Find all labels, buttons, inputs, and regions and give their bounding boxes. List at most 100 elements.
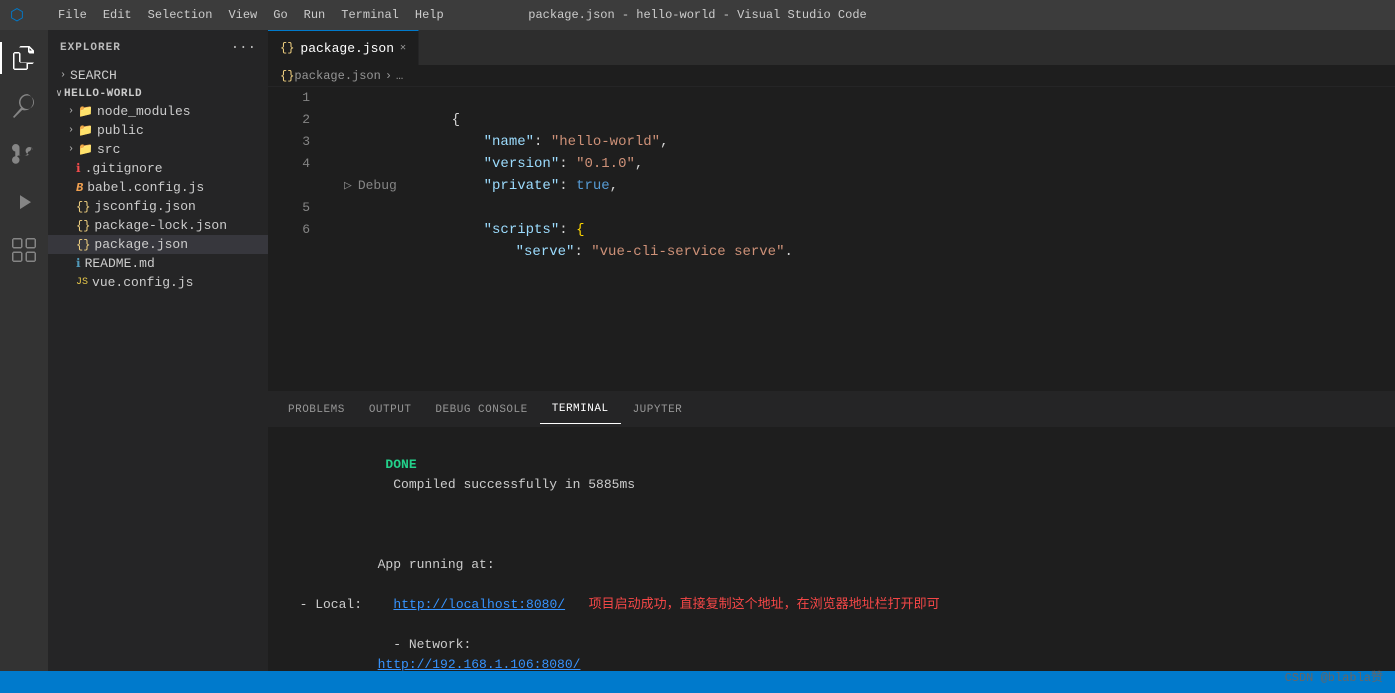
- code-line-2: "name": "hello-world",: [334, 109, 1395, 131]
- gitignore-label: .gitignore: [85, 161, 163, 176]
- indent: [452, 222, 484, 238]
- network-prefix: - Network:: [378, 637, 479, 652]
- tab-label: package.json: [300, 41, 394, 56]
- sidebar-item-vue-config[interactable]: JS vue.config.js: [48, 273, 268, 292]
- vscode-icon: ⬡: [10, 5, 24, 25]
- main-layout: EXPLORER ··· › SEARCH ∨ HELLO-WORLD › 📁 …: [0, 30, 1395, 671]
- menu-view[interactable]: View: [220, 4, 265, 26]
- comma: ,: [610, 178, 618, 194]
- sidebar-search-item[interactable]: › SEARCH: [48, 65, 268, 86]
- explorer-activity-icon[interactable]: [0, 34, 48, 82]
- key-scripts: "scripts": [484, 222, 560, 238]
- panel-tabs: PROBLEMS OUTPUT DEBUG CONSOLE TERMINAL J…: [268, 392, 1395, 427]
- source-control-activity-icon[interactable]: [0, 130, 48, 178]
- code-line-5: "scripts": {: [334, 197, 1395, 219]
- term-line-network: - Network: http://192.168.1.106:8080/: [284, 615, 1379, 671]
- sidebar-item-src[interactable]: › 📁 src: [48, 140, 268, 159]
- package-json-label: package.json: [94, 237, 188, 252]
- debug-label: Debug: [358, 175, 397, 197]
- sidebar-item-readme[interactable]: ℹ README.md: [48, 254, 268, 273]
- tab-jupyter[interactable]: JUPYTER: [621, 396, 695, 424]
- terminal-content[interactable]: DONE Compiled successfully in 5885ms App…: [268, 427, 1395, 671]
- local-url[interactable]: http://localhost:8080/: [393, 595, 565, 615]
- key-version: "version": [484, 156, 560, 172]
- indent: [452, 244, 516, 260]
- sidebar-item-babel[interactable]: B babel.config.js: [48, 178, 268, 197]
- tab-terminal[interactable]: TERMINAL: [540, 395, 621, 424]
- status-bar: [0, 671, 1395, 693]
- folder-icon: 📁: [78, 123, 93, 138]
- tab-icon: {}: [280, 41, 294, 55]
- public-label: public: [97, 123, 144, 138]
- period: .: [784, 244, 792, 260]
- line-numbers: 1 2 3 4 5 6: [268, 87, 318, 391]
- line-num-debug: [276, 175, 310, 197]
- term-line-app: App running at:: [284, 535, 1379, 595]
- watermark: CSDN @blabla赞: [1285, 668, 1383, 685]
- done-badge: DONE: [378, 457, 425, 472]
- extensions-activity-icon[interactable]: [0, 226, 48, 274]
- vue-config-label: vue.config.js: [92, 275, 193, 290]
- sidebar-more-icon[interactable]: ···: [231, 40, 256, 56]
- comma: ,: [635, 156, 643, 172]
- term-line-done: DONE Compiled successfully in 5885ms: [284, 435, 1379, 515]
- folder-icon: 📁: [78, 104, 93, 119]
- indent: [452, 134, 484, 150]
- sidebar-item-jsconfig[interactable]: {} jsconfig.json: [48, 197, 268, 216]
- tab-problems[interactable]: PROBLEMS: [276, 396, 357, 424]
- tab-debug-console[interactable]: DEBUG CONSOLE: [423, 396, 539, 424]
- sidebar-item-node-modules[interactable]: › 📁 node_modules: [48, 102, 268, 121]
- menu-help[interactable]: Help: [407, 4, 452, 26]
- breadcrumb-icon: {}: [280, 69, 294, 83]
- activity-bar: [0, 30, 48, 671]
- menu-go[interactable]: Go: [265, 4, 295, 26]
- sidebar-item-gitignore[interactable]: ℹ .gitignore: [48, 159, 268, 178]
- menu-run[interactable]: Run: [296, 4, 334, 26]
- line-num-4: 4: [276, 153, 310, 175]
- sidebar-item-package-json[interactable]: {} package.json: [48, 235, 268, 254]
- network-url[interactable]: http://192.168.1.106:8080/: [378, 657, 581, 671]
- sidebar-title: EXPLORER: [60, 42, 121, 54]
- brace-open: {: [452, 112, 460, 128]
- sidebar-item-package-lock[interactable]: {} package-lock.json: [48, 216, 268, 235]
- term-line-local: - Local: http://localhost:8080/ 项目启动成功，直…: [284, 595, 1379, 615]
- tab-package-json[interactable]: {} package.json ✕: [268, 30, 419, 65]
- babel-icon: B: [76, 181, 83, 195]
- key-name: "name": [484, 134, 534, 150]
- panel: PROBLEMS OUTPUT DEBUG CONSOLE TERMINAL J…: [268, 391, 1395, 671]
- colon: :: [559, 156, 576, 172]
- babel-label: babel.config.js: [87, 180, 204, 195]
- json-icon: {}: [76, 200, 90, 214]
- search-activity-icon[interactable]: [0, 82, 48, 130]
- gitignore-icon: ℹ: [76, 161, 81, 176]
- search-arrow-icon: ›: [60, 70, 66, 81]
- menu-file[interactable]: File: [50, 4, 95, 26]
- code-content: 1 2 3 4 5 6 {: [268, 87, 1395, 391]
- scripts-brace: {: [576, 222, 584, 238]
- menu-terminal[interactable]: Terminal: [333, 4, 407, 26]
- sidebar-header: EXPLORER ···: [48, 30, 268, 65]
- colon: :: [559, 222, 576, 238]
- sidebar-project-folder[interactable]: ∨ HELLO-WORLD: [48, 86, 268, 102]
- val-serve: "vue-cli-service serve": [591, 244, 784, 260]
- code-editor[interactable]: 1 2 3 4 5 6 {: [268, 87, 1395, 391]
- line-num-3: 3: [276, 131, 310, 153]
- compiled-text: Compiled successfully in 5885ms: [378, 477, 635, 492]
- editor-area: {} package.json ✕ {} package.json › … 1 …: [268, 30, 1395, 671]
- menu-bar: File Edit Selection View Go Run Terminal…: [50, 4, 452, 26]
- menu-selection[interactable]: Selection: [140, 4, 221, 26]
- sidebar: EXPLORER ··· › SEARCH ∨ HELLO-WORLD › 📁 …: [48, 30, 268, 671]
- breadcrumb-sep: ›: [385, 69, 392, 83]
- tab-output[interactable]: OUTPUT: [357, 396, 424, 424]
- annotation-text: 项目启动成功，直接复制这个地址，在浏览器地址栏打开即可: [573, 595, 940, 615]
- folder-open-arrow-icon: ∨: [56, 88, 62, 100]
- folder-arrow-icon: ›: [68, 125, 74, 136]
- folder-icon: 📁: [78, 142, 93, 157]
- sidebar-item-public[interactable]: › 📁 public: [48, 121, 268, 140]
- menu-edit[interactable]: Edit: [95, 4, 140, 26]
- tab-bar: {} package.json ✕: [268, 30, 1395, 65]
- run-activity-icon[interactable]: [0, 178, 48, 226]
- indent: [452, 178, 484, 194]
- tab-close-icon[interactable]: ✕: [400, 42, 406, 54]
- breadcrumb-section: …: [396, 69, 403, 83]
